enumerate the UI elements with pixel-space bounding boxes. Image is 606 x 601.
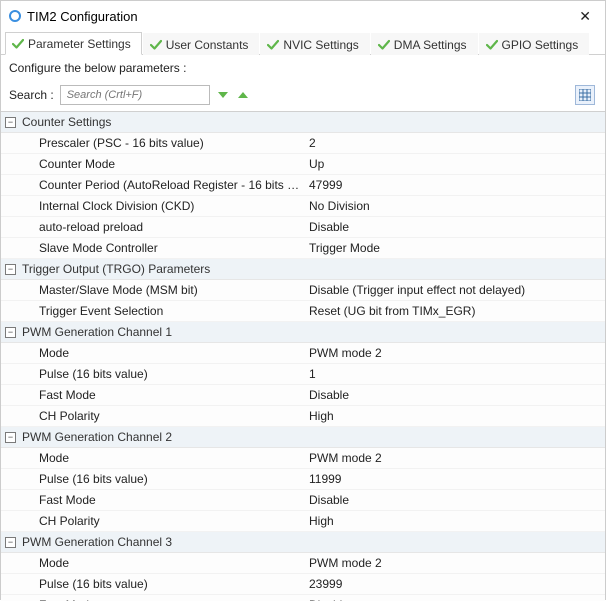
subheader-label: Configure the below parameters : — [1, 55, 605, 83]
property-row[interactable]: Prescaler (PSC - 16 bits value)2 — [1, 133, 605, 154]
property-value[interactable]: PWM mode 2 — [309, 346, 605, 360]
property-row[interactable]: ModePWM mode 2 — [1, 553, 605, 574]
search-prev-button[interactable] — [236, 88, 250, 102]
search-label: Search : — [9, 88, 54, 102]
property-value[interactable]: Disable (Trigger input effect not delaye… — [309, 283, 605, 297]
property-value[interactable]: 1 — [309, 367, 605, 381]
property-value[interactable]: 2 — [309, 136, 605, 150]
property-name: Counter Mode — [39, 157, 309, 171]
property-name: Pulse (16 bits value) — [39, 367, 309, 381]
search-bar: Search : — [1, 83, 605, 111]
group-label: PWM Generation Channel 3 — [22, 535, 172, 549]
tab-bar: Parameter Settings User Constants NVIC Set… — [1, 29, 605, 55]
property-row[interactable]: CH PolarityHigh — [1, 511, 605, 532]
property-row[interactable]: Counter Period (AutoReload Register - 16… — [1, 175, 605, 196]
property-value[interactable]: Up — [309, 157, 605, 171]
check-icon — [150, 39, 162, 51]
property-row[interactable]: Master/Slave Mode (MSM bit)Disable (Trig… — [1, 280, 605, 301]
collapse-icon[interactable]: − — [5, 432, 16, 443]
check-icon — [12, 38, 24, 50]
property-name: auto-reload preload — [39, 220, 309, 234]
tab-label: DMA Settings — [394, 38, 467, 52]
search-input[interactable] — [60, 85, 210, 105]
check-icon — [267, 39, 279, 51]
group-label: Counter Settings — [22, 115, 111, 129]
grid-view-button[interactable] — [575, 85, 595, 105]
property-name: Prescaler (PSC - 16 bits value) — [39, 136, 309, 150]
group-label: PWM Generation Channel 1 — [22, 325, 172, 339]
collapse-icon[interactable]: − — [5, 117, 16, 128]
collapse-icon[interactable]: − — [5, 264, 16, 275]
property-name: Mode — [39, 346, 309, 360]
property-row[interactable]: auto-reload preloadDisable — [1, 217, 605, 238]
tab-parameter-settings[interactable]: Parameter Settings — [5, 32, 142, 55]
property-name: Master/Slave Mode (MSM bit) — [39, 283, 309, 297]
tab-label: GPIO Settings — [502, 38, 579, 52]
collapse-icon[interactable]: − — [5, 537, 16, 548]
property-name: CH Polarity — [39, 409, 309, 423]
property-value[interactable]: Disable — [309, 388, 605, 402]
property-row[interactable]: Fast ModeDisable — [1, 595, 605, 601]
property-row[interactable]: Pulse (16 bits value)23999 — [1, 574, 605, 595]
property-name: CH Polarity — [39, 514, 309, 528]
property-value[interactable]: High — [309, 409, 605, 423]
property-value[interactable]: High — [309, 514, 605, 528]
property-name: Mode — [39, 556, 309, 570]
property-name: Trigger Event Selection — [39, 304, 309, 318]
property-value[interactable]: PWM mode 2 — [309, 451, 605, 465]
collapse-icon[interactable]: − — [5, 327, 16, 338]
group-header[interactable]: −PWM Generation Channel 1 — [1, 322, 605, 343]
property-name: Fast Mode — [39, 388, 309, 402]
property-row[interactable]: Slave Mode ControllerTrigger Mode — [1, 238, 605, 259]
tab-label: NVIC Settings — [283, 38, 358, 52]
window-title: TIM2 Configuration — [27, 9, 575, 24]
property-row[interactable]: ModePWM mode 2 — [1, 343, 605, 364]
property-value[interactable]: Disable — [309, 493, 605, 507]
property-row[interactable]: Fast ModeDisable — [1, 385, 605, 406]
tab-label: Parameter Settings — [28, 37, 131, 51]
check-icon — [378, 39, 390, 51]
property-name: Mode — [39, 451, 309, 465]
property-row[interactable]: Pulse (16 bits value)1 — [1, 364, 605, 385]
tab-gpio-settings[interactable]: GPIO Settings — [479, 33, 590, 55]
property-row[interactable]: Internal Clock Division (CKD)No Division — [1, 196, 605, 217]
titlebar: TIM2 Configuration ✕ — [1, 1, 605, 29]
group-header[interactable]: −PWM Generation Channel 3 — [1, 532, 605, 553]
property-value[interactable]: Trigger Mode — [309, 241, 605, 255]
group-header[interactable]: −Trigger Output (TRGO) Parameters — [1, 259, 605, 280]
property-name: Slave Mode Controller — [39, 241, 309, 255]
property-name: Internal Clock Division (CKD) — [39, 199, 309, 213]
property-row[interactable]: ModePWM mode 2 — [1, 448, 605, 469]
property-value[interactable]: Disable — [309, 220, 605, 234]
property-row[interactable]: Trigger Event SelectionReset (UG bit fro… — [1, 301, 605, 322]
property-name: Pulse (16 bits value) — [39, 577, 309, 591]
group-label: PWM Generation Channel 2 — [22, 430, 172, 444]
property-value[interactable]: No Division — [309, 199, 605, 213]
group-label: Trigger Output (TRGO) Parameters — [22, 262, 210, 276]
tab-dma-settings[interactable]: DMA Settings — [371, 33, 478, 55]
group-header[interactable]: −PWM Generation Channel 2 — [1, 427, 605, 448]
tab-label: User Constants — [166, 38, 249, 52]
check-icon — [486, 39, 498, 51]
property-value[interactable]: 23999 — [309, 577, 605, 591]
property-name: Fast Mode — [39, 493, 309, 507]
parameter-grid[interactable]: −Counter SettingsPrescaler (PSC - 16 bit… — [1, 111, 605, 601]
app-icon — [9, 10, 21, 22]
close-button[interactable]: ✕ — [575, 8, 595, 25]
property-row[interactable]: CH PolarityHigh — [1, 406, 605, 427]
search-next-button[interactable] — [216, 88, 230, 102]
property-value[interactable]: PWM mode 2 — [309, 556, 605, 570]
property-row[interactable]: Fast ModeDisable — [1, 490, 605, 511]
property-name: Pulse (16 bits value) — [39, 472, 309, 486]
property-value[interactable]: 47999 — [309, 178, 605, 192]
property-row[interactable]: Counter ModeUp — [1, 154, 605, 175]
property-value[interactable]: 11999 — [309, 472, 605, 486]
tab-nvic-settings[interactable]: NVIC Settings — [260, 33, 369, 55]
property-name: Counter Period (AutoReload Register - 16… — [39, 178, 309, 192]
property-value[interactable]: Reset (UG bit from TIMx_EGR) — [309, 304, 605, 318]
group-header[interactable]: −Counter Settings — [1, 112, 605, 133]
tab-user-constants[interactable]: User Constants — [143, 33, 260, 55]
property-row[interactable]: Pulse (16 bits value)11999 — [1, 469, 605, 490]
